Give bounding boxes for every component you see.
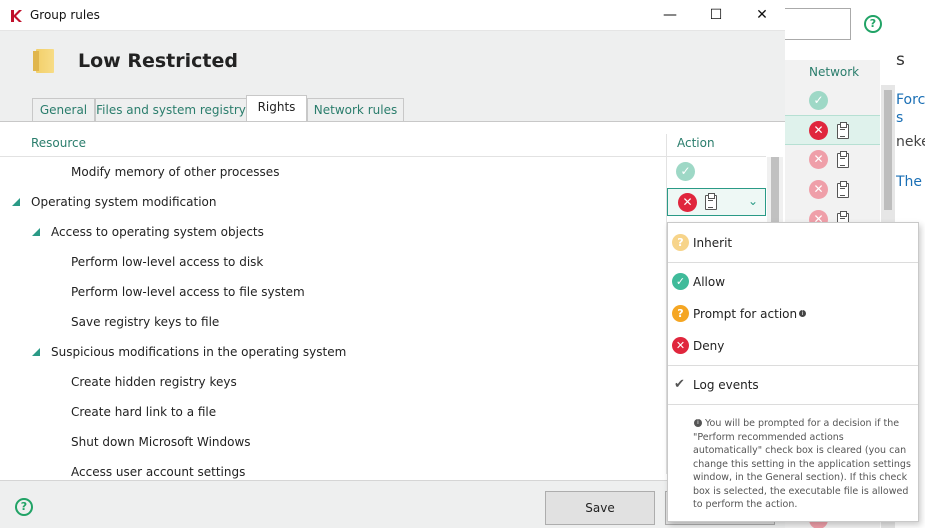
save-button[interactable]: Save [545, 491, 655, 525]
background-text: neke [896, 134, 925, 150]
row-label: Shut down Microsoft Windows [71, 435, 251, 449]
table-row[interactable]: Save registry keys to file [0, 307, 766, 337]
menu-item-log-events[interactable]: ✔ Log events [668, 370, 918, 400]
allow-icon: ✓ [672, 273, 689, 290]
tab-network-rules[interactable]: Network rules [307, 98, 404, 121]
background-partial-heading: s [896, 50, 905, 70]
expand-arrow-icon[interactable] [32, 348, 40, 356]
table-row[interactable]: Perform low-level access to disk [0, 247, 766, 277]
table-row[interactable]: Shut down Microsoft Windows [0, 427, 766, 457]
deny-icon: ✕ [809, 180, 828, 199]
minimize-button[interactable]: — [647, 0, 693, 31]
table-row[interactable]: Create hard link to a file [0, 397, 766, 427]
deny-icon: ✕ [672, 337, 689, 354]
deny-icon: ✕ [678, 193, 697, 212]
clipboard-icon [837, 122, 849, 139]
menu-item-prompt-for-action[interactable]: ? Prompt for action i [668, 299, 918, 329]
background-link-text[interactable]: Forc [896, 92, 925, 108]
action-menu: ? Inherit ✓ Allow ? Prompt for action i ✕… [667, 222, 919, 522]
background-row: ✕ [785, 115, 880, 145]
menu-item-deny[interactable]: ✕ Deny [668, 331, 918, 361]
table-row[interactable]: Create hidden registry keys [0, 367, 766, 397]
prompt-icon: ? [672, 305, 689, 322]
table-row[interactable]: Operating system modification [0, 187, 766, 217]
clipboard-icon [837, 151, 849, 168]
row-label: Create hard link to a file [71, 405, 217, 419]
menu-item-label: Deny [693, 339, 725, 353]
background-search-input[interactable] [785, 8, 851, 40]
row-label: Save registry keys to file [71, 315, 220, 329]
kaspersky-logo-icon [10, 9, 24, 23]
table-row[interactable]: Access to operating system objects [0, 217, 766, 247]
background-help-icon[interactable]: ? [864, 15, 882, 33]
menu-divider [668, 262, 918, 263]
table-row[interactable]: Suspicious modifications in the operatin… [0, 337, 766, 367]
folder-icon [33, 49, 54, 73]
background-network-header: Network [809, 65, 860, 79]
background-row: ✓ [785, 86, 880, 116]
menu-note-text: You will be prompted for a decision if t… [693, 418, 911, 510]
row-label: Operating system modification [31, 195, 217, 209]
chevron-down-icon[interactable]: ⌄ [748, 194, 758, 208]
menu-item-label: Prompt for action [693, 307, 798, 321]
table-row[interactable]: Access user account settings [0, 457, 766, 480]
table-row[interactable]: Perform low-level access to file system [0, 277, 766, 307]
background-link-text[interactable]: The c [896, 174, 925, 190]
deny-icon: ✕ [809, 121, 828, 140]
menu-note: You will be prompted for a decision if t… [693, 417, 915, 512]
help-icon[interactable]: ? [15, 498, 33, 516]
maximize-button[interactable]: ☐ [693, 0, 739, 31]
menu-item-inherit[interactable]: ? Inherit [668, 228, 918, 258]
resource-column-header[interactable]: Resource [31, 136, 86, 150]
action-column-header[interactable]: Action [677, 136, 715, 150]
title-bar: Group rules — ☐ ✕ [0, 0, 785, 31]
row-label: Perform low-level access to disk [71, 255, 264, 269]
action-dropdown[interactable]: ✕ ⌄ [667, 188, 766, 216]
allow-icon[interactable]: ✓ [676, 162, 695, 181]
row-label: Modify memory of other processes [71, 165, 280, 179]
table-row[interactable]: Modify memory of other processes ✓ [0, 157, 766, 187]
row-label: Create hidden registry keys [71, 375, 237, 389]
background-row: ✕ [785, 145, 880, 175]
row-label: Access user account settings [71, 465, 246, 479]
row-label: Access to operating system objects [51, 225, 264, 239]
row-label: Suspicious modifications in the operatin… [51, 345, 347, 359]
menu-item-label: Inherit [693, 236, 733, 250]
tab-rights[interactable]: Rights [246, 95, 307, 122]
row-label: Perform low-level access to file system [71, 285, 305, 299]
menu-item-label: Log events [693, 378, 759, 392]
checkmark-icon: ✔ [674, 377, 685, 392]
log-events-icon [705, 193, 717, 210]
allow-icon: ✓ [809, 91, 828, 110]
expand-arrow-icon[interactable] [12, 198, 20, 206]
group-title: Low Restricted [78, 50, 238, 72]
window-title: Group rules [30, 8, 100, 22]
tab-general[interactable]: General [32, 98, 95, 121]
expand-arrow-icon[interactable] [32, 228, 40, 236]
clipboard-icon [837, 181, 849, 198]
background-link-text[interactable]: s [896, 110, 903, 126]
menu-item-label: Allow [693, 275, 726, 289]
menu-divider [668, 365, 918, 366]
background-row: ✕ [785, 175, 880, 205]
deny-icon: ✕ [809, 150, 828, 169]
menu-item-allow[interactable]: ✓ Allow [668, 267, 918, 297]
info-icon: i [799, 310, 807, 317]
inherit-icon: ? [672, 234, 689, 251]
menu-divider [668, 404, 918, 405]
close-button[interactable]: ✕ [739, 0, 785, 31]
tab-files-and-system-registry[interactable]: Files and system registry [95, 98, 247, 121]
